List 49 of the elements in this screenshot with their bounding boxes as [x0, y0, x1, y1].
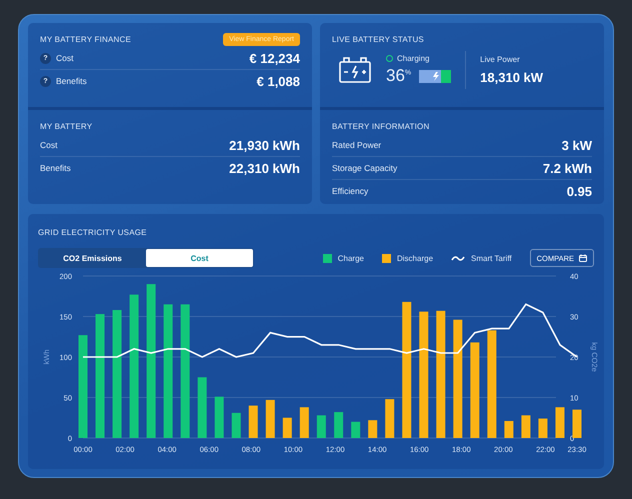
calendar-icon [579, 254, 587, 262]
row-value: 7.2 kWh [542, 160, 592, 176]
charge-percent: 36$^{%}$ [386, 66, 412, 86]
row-label: Cost [56, 53, 74, 63]
chart-bar [555, 407, 564, 438]
row-label: Benefits [56, 76, 87, 86]
legend-label: Smart Tariff [471, 254, 512, 262]
live-power-value: 18,310 kW [480, 70, 544, 85]
chart-bar [385, 399, 394, 438]
chart-bar [572, 410, 582, 438]
chart-bar [368, 420, 378, 438]
charging-status: Charging [397, 54, 430, 63]
chart-bar [351, 422, 360, 438]
legend-label: Charge [338, 254, 364, 262]
section-title: LIVE BATTERY STATUS [332, 34, 424, 44]
chart-bar [538, 418, 548, 438]
section-title: BATTERY INFORMATION [332, 122, 430, 130]
chart-bar [266, 400, 275, 438]
row-label: Cost [40, 140, 58, 150]
row-value: 3 kW [562, 138, 592, 152]
row-label: Benefits [40, 163, 71, 173]
section-title: MY BATTERY [40, 122, 92, 130]
chart-bar [198, 377, 207, 438]
legend-label: Discharge [397, 254, 434, 262]
chart-bar [316, 415, 326, 438]
section-title: MY BATTERY FINANCE [40, 34, 132, 44]
battery-icon [338, 56, 372, 84]
row-value: 22,310 kWh [229, 160, 300, 176]
battery-gauge-icon [419, 70, 452, 82]
row-label: Rated Power [332, 140, 382, 150]
live-power-label: Live Power [480, 55, 521, 64]
chart-bar [248, 406, 258, 438]
row-value: 21,930 kWh [229, 138, 300, 152]
chart-bar [214, 396, 224, 438]
toggle-tab[interactable]: Cost [146, 249, 253, 267]
row-value: € 12,234 [249, 50, 300, 66]
row-value: 0.95 [566, 184, 592, 198]
chart-bar [282, 418, 292, 438]
status-dot [386, 55, 393, 62]
chart-bar [232, 412, 241, 438]
row-value: € 1,088 [256, 74, 300, 88]
chart-bar [521, 415, 530, 438]
chart-bar [334, 412, 344, 438]
row-label: Efficiency [332, 186, 368, 196]
section-title: GRID ELECTRICITY USAGE [38, 228, 147, 237]
chart-bar [504, 421, 514, 438]
toggle-tab[interactable]: CO2 Emissions [39, 249, 146, 267]
chart-bar [300, 407, 309, 438]
row-label: Storage Capacity [332, 163, 398, 173]
